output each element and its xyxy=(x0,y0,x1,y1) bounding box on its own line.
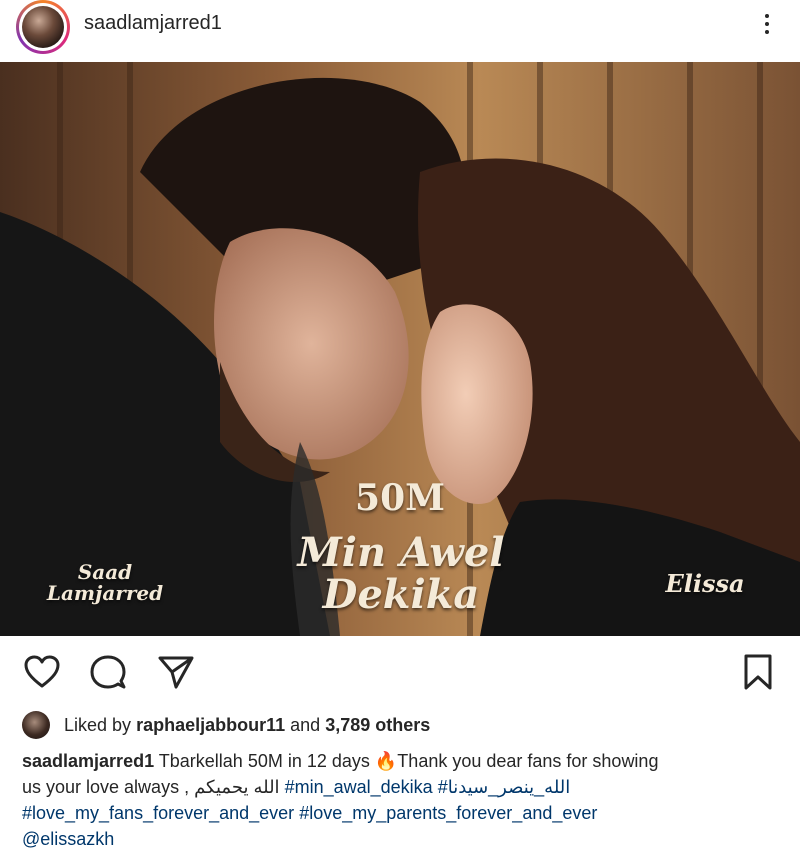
hashtag-love-parents[interactable]: #love_my_parents_forever_and_ever xyxy=(299,803,597,823)
song-title-line-1: Min Awel xyxy=(297,529,505,576)
hashtag-arabic[interactable]: #الله_ينصر_سيدنا xyxy=(438,777,571,797)
caption-text-1: Tbarkellah 50M in 12 days 🔥Thank you dea… xyxy=(158,751,659,771)
liker-avatar[interactable] xyxy=(22,711,50,739)
post-action-bar xyxy=(0,636,800,708)
username-link[interactable]: saadlamjarred1 xyxy=(84,12,222,35)
caption-line-3: #love_my_fans_forever_and_ever #love_my_… xyxy=(22,800,782,826)
liker-username[interactable]: raphaeljabbour11 xyxy=(136,715,285,736)
likes-others-count[interactable]: 3,789 others xyxy=(325,715,430,736)
post-image[interactable]: 50M Min Awel Dekika Saad Lamjarred Eliss… xyxy=(0,62,800,636)
caption-line-2: us your love always , الله يحميكم #min_a… xyxy=(22,774,782,800)
artist-left-overlay: Saad Lamjarred xyxy=(40,562,170,604)
artist-left-line-2: Lamjarred xyxy=(46,581,164,605)
likes-summary[interactable]: Liked by raphaeljabbour11 and 3,789 othe… xyxy=(22,710,430,740)
hashtag-min-awal-dekika[interactable]: #min_awal_dekika xyxy=(285,777,433,797)
song-title-line-2: Dekika xyxy=(322,571,480,618)
post-header: saadlamjarred1 xyxy=(0,0,800,62)
hashtag-love-fans[interactable]: #love_my_fans_forever_and_ever xyxy=(22,803,294,823)
caption-author[interactable]: saadlamjarred1 xyxy=(22,751,154,771)
mention-elissazkh[interactable]: @elissazkh xyxy=(22,829,114,849)
artist-right-overlay: Elissa xyxy=(665,569,745,598)
bookmark-icon[interactable] xyxy=(738,652,778,692)
caption-text-2: us your love always , الله يحميكم xyxy=(22,777,280,797)
heart-icon[interactable] xyxy=(22,652,62,692)
profile-avatar[interactable] xyxy=(16,0,70,54)
caption-line-4: @elissazkh xyxy=(22,826,782,852)
artist-left-line-1: Saad xyxy=(77,560,133,584)
avatar-image xyxy=(22,6,64,48)
comment-icon[interactable] xyxy=(88,652,128,692)
likes-prefix: Liked by xyxy=(64,714,132,735)
views-overlay-text: 50M xyxy=(355,477,445,519)
post-caption: saadlamjarred1 Tbarkellah 50M in 12 days… xyxy=(22,748,782,852)
likes-joiner: and xyxy=(290,714,321,735)
song-title-overlay: Min Awel Dekika xyxy=(286,532,516,616)
more-options-icon[interactable] xyxy=(752,8,782,40)
send-icon[interactable] xyxy=(156,652,196,692)
caption-line-1: saadlamjarred1 Tbarkellah 50M in 12 days… xyxy=(22,748,782,774)
